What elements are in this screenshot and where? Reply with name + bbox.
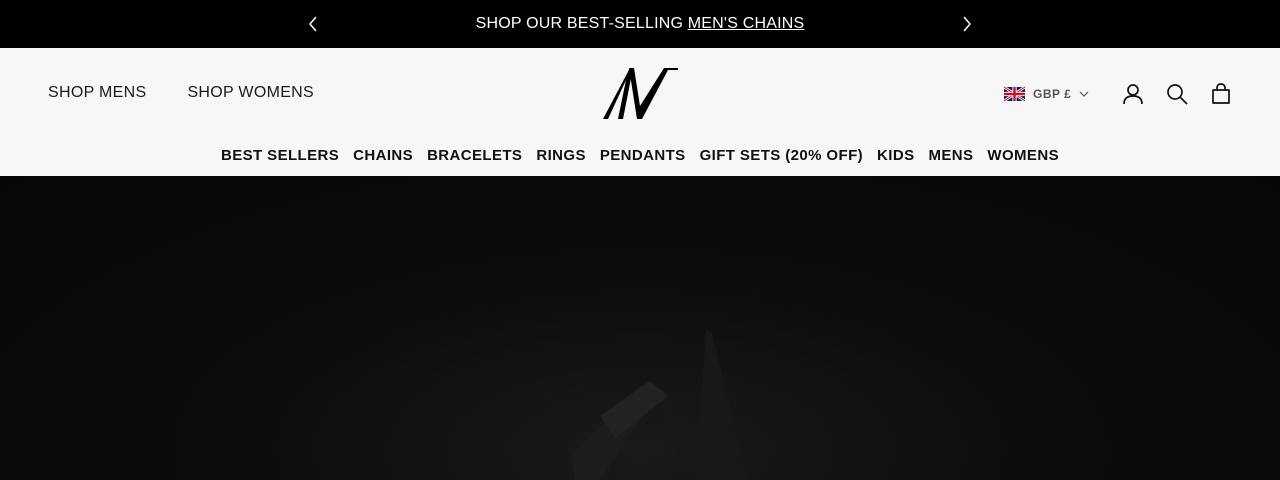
- currency-label: GBP £: [1033, 87, 1072, 101]
- site-header: SHOP MENS SHOP WOMENS GBP £ BEST SELLERS…: [0, 48, 1280, 176]
- shop-womens-link[interactable]: SHOP WOMENS: [187, 84, 314, 102]
- chevron-right-icon[interactable]: [957, 14, 977, 34]
- nav-rings[interactable]: RINGS: [536, 147, 586, 164]
- nav-gift-sets[interactable]: GIFT SETS (20% OFF): [700, 147, 863, 164]
- search-icon[interactable]: [1165, 82, 1189, 106]
- nav-chains[interactable]: CHAINS: [353, 147, 413, 164]
- announcement-prefix: SHOP OUR BEST-SELLING: [475, 15, 688, 32]
- secondary-nav: SHOP MENS SHOP WOMENS: [48, 84, 314, 102]
- mens-chains-link[interactable]: MEN'S CHAINS: [688, 15, 805, 32]
- account-icon[interactable]: [1121, 82, 1145, 106]
- nav-best-sellers[interactable]: BEST SELLERS: [221, 147, 339, 164]
- av-logo-icon[interactable]: [602, 66, 680, 120]
- nav-pendants[interactable]: PENDANTS: [600, 147, 686, 164]
- announcement-bar: SHOP OUR BEST-SELLING MEN'S CHAINS: [0, 0, 1280, 48]
- bag-icon[interactable]: [1209, 82, 1233, 106]
- nav-womens[interactable]: WOMENS: [987, 147, 1059, 164]
- chevron-down-icon: [1079, 91, 1089, 97]
- chevron-left-icon[interactable]: [303, 14, 323, 34]
- header-tools: GBP £: [1004, 81, 1233, 107]
- currency-selector[interactable]: GBP £: [1004, 86, 1089, 102]
- shop-mens-link[interactable]: SHOP MENS: [48, 84, 146, 102]
- main-nav: BEST SELLERS CHAINS BRACELETS RINGS PEND…: [0, 147, 1280, 164]
- announcement-message: SHOP OUR BEST-SELLING MEN'S CHAINS: [476, 15, 805, 33]
- nav-bracelets[interactable]: BRACELETS: [427, 147, 522, 164]
- uk-flag-icon: [1004, 86, 1025, 102]
- nav-mens[interactable]: MENS: [928, 147, 973, 164]
- hero-banner[interactable]: [0, 176, 1280, 480]
- hero-logo-graphic: [570, 328, 748, 480]
- nav-kids[interactable]: KIDS: [877, 147, 914, 164]
